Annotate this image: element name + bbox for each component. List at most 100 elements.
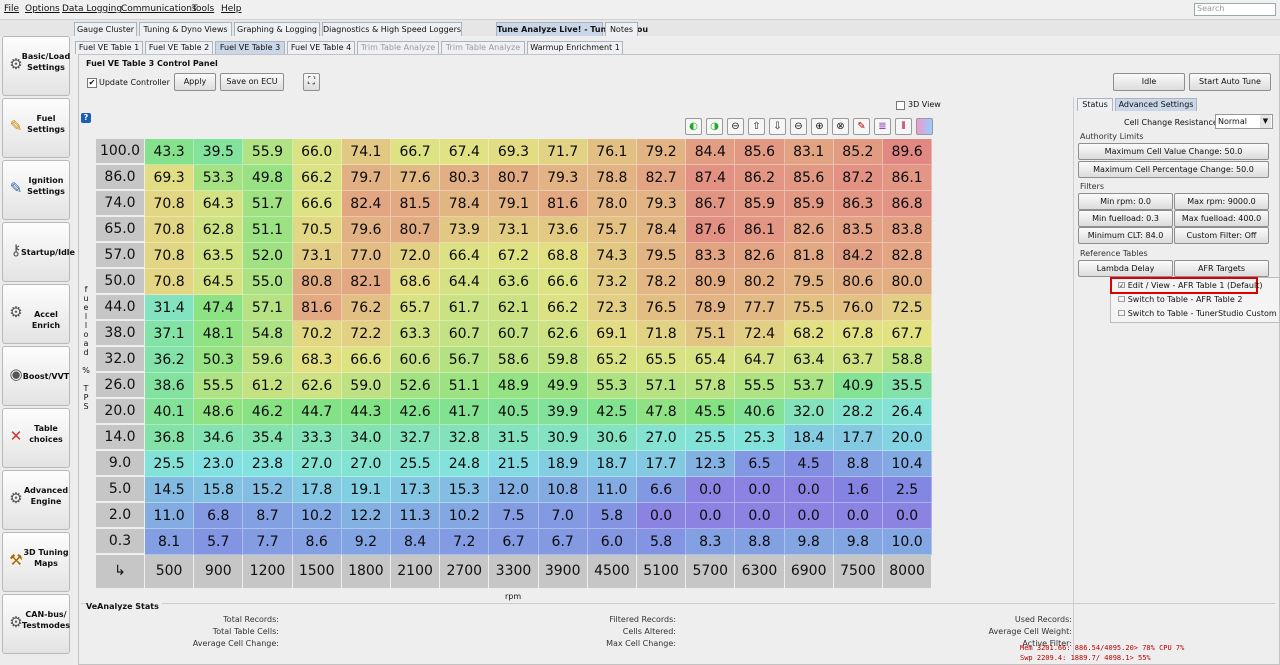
table-cell[interactable]: 69.1	[587, 321, 637, 347]
table-cell[interactable]: 6.5	[735, 451, 785, 477]
table-cell[interactable]: 10.2	[440, 503, 490, 529]
afr-targets-button[interactable]: AFR Targets	[1174, 260, 1269, 277]
table-cell[interactable]: 40.9	[833, 373, 883, 399]
table-cell[interactable]: 75.7	[587, 217, 637, 243]
table-cell[interactable]: 80.7	[489, 165, 539, 191]
table-cell[interactable]: 10.2	[292, 503, 342, 529]
table-cell[interactable]: 0.0	[686, 503, 736, 529]
y-axis-label[interactable]: 9.0	[96, 451, 144, 476]
table-cell[interactable]: 81.6	[538, 191, 588, 217]
table-cell[interactable]: 17.7	[833, 425, 883, 451]
lambda-delay-button[interactable]: Lambda Delay	[1078, 260, 1173, 277]
table-cell[interactable]: 63.5	[194, 243, 244, 269]
table-cell[interactable]: 23.8	[243, 451, 293, 477]
table-cell[interactable]: 28.2	[833, 399, 883, 425]
filter-min-clt[interactable]: Minimum CLT: 84.0	[1078, 227, 1173, 244]
sidebar-table-choices[interactable]: ✕ Table choices	[2, 408, 70, 468]
table-cell[interactable]: 66.6	[538, 269, 588, 295]
table-cell[interactable]: 85.9	[784, 191, 834, 217]
table-cell[interactable]: 9.2	[341, 529, 391, 555]
table-cell[interactable]: 51.1	[440, 373, 490, 399]
table-cell[interactable]: 82.6	[735, 243, 785, 269]
tab-fuel-ve-1[interactable]: Fuel VE Table 1	[75, 41, 143, 54]
x-axis-label[interactable]: 1500	[292, 555, 342, 588]
table-cell[interactable]: 65.7	[391, 295, 441, 321]
fullscreen-icon[interactable]: ⛶	[303, 73, 320, 91]
table-cell[interactable]: 67.4	[440, 139, 490, 165]
table-cell[interactable]: 70.8	[145, 243, 195, 269]
arrow-down-icon[interactable]: ⇩	[769, 118, 786, 135]
x-axis-label[interactable]: 2100	[391, 555, 441, 588]
table-cell[interactable]: 11.0	[587, 477, 637, 503]
table-cell[interactable]: 84.2	[833, 243, 883, 269]
x-axis-label[interactable]: 3900	[538, 555, 588, 588]
y-axis-label[interactable]: 20.0	[96, 399, 144, 424]
table-cell[interactable]: 70.2	[292, 321, 342, 347]
table-cell[interactable]: 44.7	[292, 399, 342, 425]
times-icon[interactable]: ⊗	[832, 118, 849, 135]
menu-communications[interactable]: Communications	[121, 4, 197, 14]
table-cell[interactable]: 74.3	[587, 243, 637, 269]
filter-custom[interactable]: Custom Filter: Off	[1174, 227, 1269, 244]
y-axis-label[interactable]: 57.0	[96, 243, 144, 268]
table-cell[interactable]: 60.6	[391, 347, 441, 373]
table-cell[interactable]: 10.4	[883, 451, 933, 477]
table-cell[interactable]: 78.4	[637, 217, 687, 243]
table-cell[interactable]: 64.4	[440, 269, 490, 295]
table-cell[interactable]: 56.7	[440, 347, 490, 373]
table-cell[interactable]: 6.7	[489, 529, 539, 555]
axis-corner-icon[interactable]: ↳	[96, 555, 144, 588]
table-cell[interactable]: 79.3	[538, 165, 588, 191]
sidebar-3d-tuning[interactable]: ⚒ 3D Tuning Maps	[2, 532, 70, 592]
table-cell[interactable]: 18.4	[784, 425, 834, 451]
table-cell[interactable]: 57.8	[686, 373, 736, 399]
table-cell[interactable]: 76.5	[637, 295, 687, 321]
y-axis-label[interactable]: 100.0	[96, 139, 144, 164]
y-axis-label[interactable]: 32.0	[96, 347, 144, 372]
search-input[interactable]: Search	[1194, 3, 1276, 16]
table-cell[interactable]: 72.2	[341, 321, 391, 347]
table-cell[interactable]: 36.8	[145, 425, 195, 451]
table-cell[interactable]: 17.8	[292, 477, 342, 503]
table-cell[interactable]: 6.0	[587, 529, 637, 555]
table-cell[interactable]: 17.3	[391, 477, 441, 503]
table-cell[interactable]: 72.5	[883, 295, 933, 321]
table-cell[interactable]: 31.4	[145, 295, 195, 321]
table-cell[interactable]: 66.4	[440, 243, 490, 269]
gradient-icon[interactable]	[916, 118, 933, 135]
table-cell[interactable]: 82.4	[341, 191, 391, 217]
table-cell[interactable]: 20.0	[883, 425, 933, 451]
table-cell[interactable]: 73.6	[538, 217, 588, 243]
menu-data-logging[interactable]: Data Logging	[62, 4, 122, 14]
table-cell[interactable]: 85.2	[833, 139, 883, 165]
x-axis-label[interactable]: 5100	[637, 555, 687, 588]
table-cell[interactable]: 6.6	[637, 477, 687, 503]
y-axis-label[interactable]: 44.0	[96, 295, 144, 320]
table-cell[interactable]: 25.3	[735, 425, 785, 451]
table-cell[interactable]: 5.7	[194, 529, 244, 555]
table-cell[interactable]: 68.3	[292, 347, 342, 373]
table-cell[interactable]: 68.8	[538, 243, 588, 269]
table-cell[interactable]: 78.8	[587, 165, 637, 191]
table-cell[interactable]: 66.2	[538, 295, 588, 321]
table-cell[interactable]: 0.0	[883, 503, 933, 529]
y-axis-label[interactable]: 38.0	[96, 321, 144, 346]
table-cell[interactable]: 42.6	[391, 399, 441, 425]
table-cell[interactable]: 51.1	[243, 217, 293, 243]
table-cell[interactable]: 58.8	[883, 347, 933, 373]
tab-advanced-settings[interactable]: Advanced Settings	[1115, 98, 1197, 111]
table-cell[interactable]: 83.8	[883, 217, 933, 243]
table-cell[interactable]: 40.1	[145, 399, 195, 425]
table-cell[interactable]: 27.0	[292, 451, 342, 477]
table-cell[interactable]: 55.9	[243, 139, 293, 165]
table-cell[interactable]: 1.6	[833, 477, 883, 503]
table-cell[interactable]: 55.5	[194, 373, 244, 399]
table-cell[interactable]: 59.0	[341, 373, 391, 399]
table-cell[interactable]: 82.1	[341, 269, 391, 295]
tab-tune-analyze[interactable]: Tune Analyze Live! - Tune For You	[496, 22, 648, 36]
table-cell[interactable]: 80.6	[833, 269, 883, 295]
x-axis-label[interactable]: 1200	[243, 555, 293, 588]
table-cell[interactable]: 65.5	[637, 347, 687, 373]
table-cell[interactable]: 62.1	[489, 295, 539, 321]
y-axis-label[interactable]: 65.0	[96, 217, 144, 242]
